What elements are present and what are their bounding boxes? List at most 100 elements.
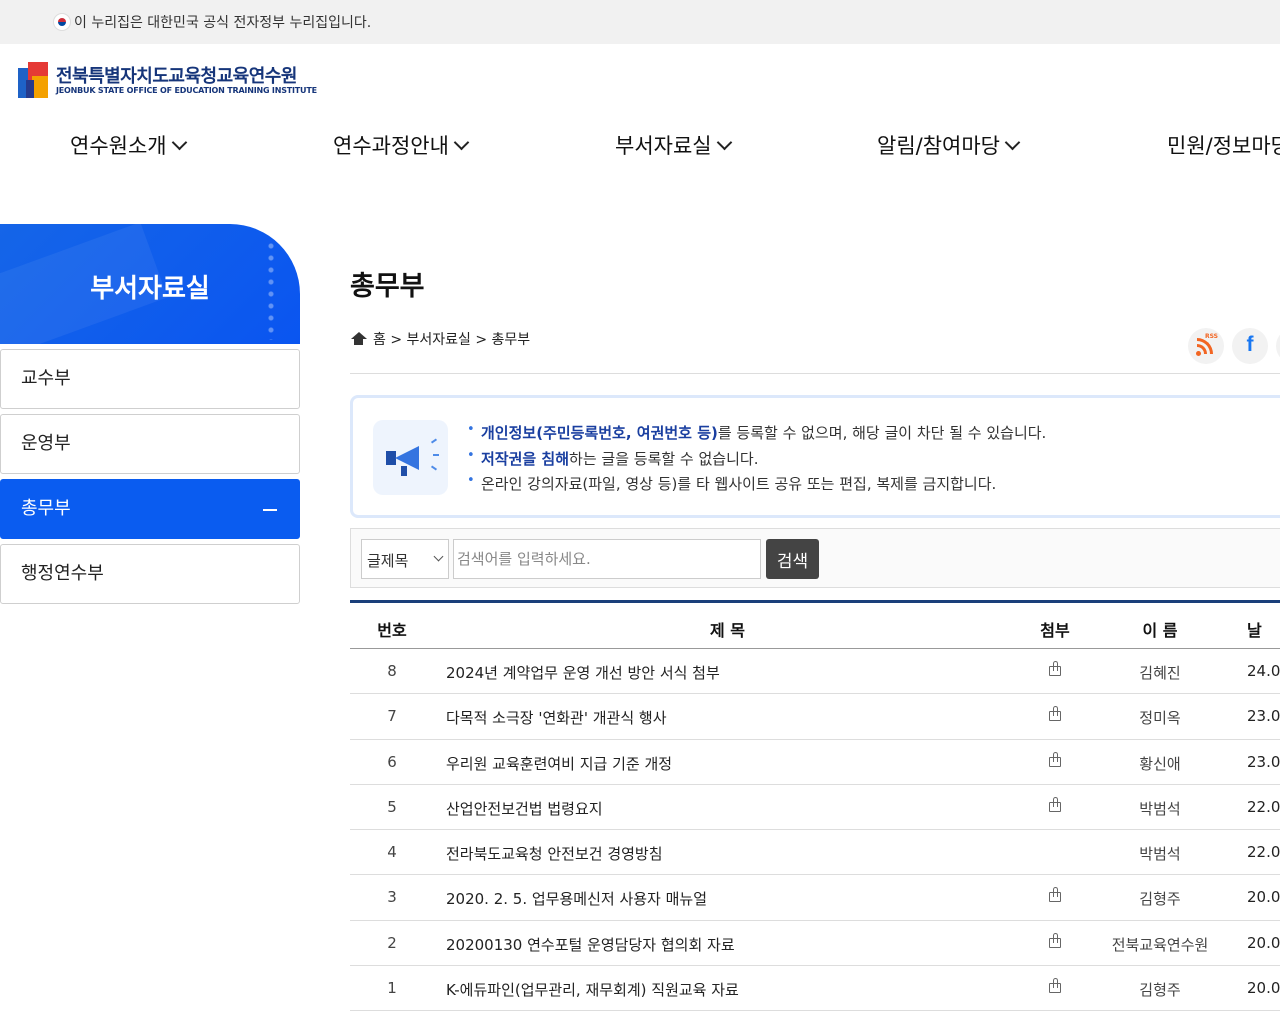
table-row[interactable]: 8 2024년 계약업무 운영 개선 방안 서식 첨부 김혜진 24.0 — [350, 649, 1280, 695]
logo-name-en: JEONBUK STATE OFFICE OF EDUCATION TRAINI… — [56, 86, 317, 95]
row-author: 김형주 — [1139, 890, 1181, 909]
row-title-link[interactable]: 다목적 소극장 '연화관' 개관식 행사 — [446, 707, 667, 728]
gnb-label: 부서자료실 — [615, 134, 712, 158]
header-title: 제 목 — [710, 621, 746, 640]
row-title-link[interactable]: 전라북도교육청 안전보건 경영방침 — [446, 843, 663, 864]
share-button[interactable] — [1276, 328, 1280, 364]
lnb-item-faculty[interactable]: 교수부 — [0, 349, 300, 409]
row-title-link[interactable]: 우리원 교육훈련여비 지급 기준 개정 — [446, 753, 672, 774]
lnb-item-general-affairs[interactable]: 총무부 — [0, 479, 300, 539]
attachment-icon[interactable] — [1048, 661, 1062, 677]
notice-box: 개인정보(주민등록번호, 여권번호 등)를 등록할 수 없으며, 해당 글이 차… — [350, 395, 1280, 518]
row-date: 22.0 — [1247, 797, 1280, 816]
search-button[interactable]: 검색 — [766, 539, 819, 579]
table-row[interactable]: 6 우리원 교육훈련여비 지급 기준 개정 황신애 23.0 — [350, 740, 1280, 785]
row-num: 7 — [387, 707, 397, 726]
table-row[interactable]: 2 20200130 연수포털 운영담당자 협의회 자료 전북교육연수원 20.0 — [350, 921, 1280, 967]
minus-icon — [263, 509, 277, 511]
header-attach: 첨부 — [1040, 621, 1070, 640]
row-title-link[interactable]: 20200130 연수포털 운영담당자 협의회 자료 — [446, 934, 735, 955]
notice-line: 온라인 강의자료(파일, 영상 등)를 타 웹사이트 공유 또는 편집, 복제를… — [467, 473, 1046, 499]
attachment-icon[interactable] — [1048, 796, 1062, 813]
row-author: 정미옥 — [1139, 709, 1181, 728]
facebook-icon: f — [1246, 333, 1254, 356]
gnb-item-courses[interactable]: 연수과정안내 — [333, 130, 470, 160]
row-title-link[interactable]: 2024년 계약업무 운영 개선 방안 서식 첨부 — [446, 662, 720, 683]
logo-name-ko: 전북특별자치도교육청교육연수원 — [56, 66, 297, 87]
page-title: 총무부 — [350, 271, 425, 302]
lnb-item-admin-training[interactable]: 행정연수부 — [0, 544, 300, 604]
table-row[interactable]: 7 다목적 소극장 '연화관' 개관식 행사 정미옥 23.0 — [350, 694, 1280, 740]
table-row[interactable]: 5 산업안전보건법 법령요지 박범석 22.0 — [350, 785, 1280, 831]
gnb-label: 연수원소개 — [70, 134, 167, 158]
row-author: 김형주 — [1139, 981, 1181, 1000]
header-num: 번호 — [377, 621, 407, 640]
header-name: 이 름 — [1142, 621, 1178, 640]
notice-line: 저작권을 침해하는 글을 등록할 수 없습니다. — [467, 448, 1046, 474]
attachment-icon[interactable] — [1048, 932, 1062, 949]
lnb-item-operations[interactable]: 운영부 — [0, 414, 300, 474]
table-row[interactable]: 3 2020. 2. 5. 업무용메신저 사용자 매뉴얼 김형주 20.0 — [350, 875, 1280, 921]
gnb-item-dept-archive[interactable]: 부서자료실 — [615, 130, 732, 160]
row-author: 박범석 — [1139, 845, 1181, 864]
search-input[interactable] — [453, 539, 761, 579]
row-date: 20.0 — [1247, 979, 1280, 998]
row-num: 6 — [387, 752, 397, 771]
korea-flag-icon — [53, 13, 71, 31]
row-date: 22.0 — [1247, 843, 1280, 862]
gnb-label: 연수과정안내 — [333, 134, 449, 158]
row-num: 8 — [387, 662, 397, 680]
chevron-down-icon — [1004, 134, 1021, 150]
lnb-item-label: 운영부 — [21, 433, 71, 454]
row-num: 5 — [387, 797, 397, 816]
site-logo[interactable]: 전북특별자치도교육청교육연수원 JEONBUK STATE OFFICE OF … — [18, 60, 317, 102]
gov-banner-text: 이 누리집은 대한민국 공식 전자정부 누리집입니다. — [74, 15, 372, 31]
row-num: 3 — [387, 888, 397, 907]
rss-icon: RSS — [1205, 333, 1218, 340]
megaphone-icon — [373, 420, 448, 495]
breadcrumb-text[interactable]: 홈 > 부서자료실 > 총무부 — [373, 329, 530, 349]
search-field-select[interactable]: 글제목 — [361, 539, 449, 579]
divider — [350, 373, 1280, 374]
lnb-title: 부서자료실 — [90, 274, 210, 304]
row-title-link[interactable]: 2020. 2. 5. 업무용메신저 사용자 매뉴얼 — [446, 888, 707, 909]
gnb-label: 알림/참여마당 — [877, 134, 1000, 158]
gnb-item-notice[interactable]: 알림/참여마당 — [877, 130, 1021, 160]
table-row[interactable]: 1 K-에듀파인(업무관리, 재무회계) 직원교육 자료 김형주 20.0 — [350, 966, 1280, 1012]
gnb-item-intro[interactable]: 연수원소개 — [70, 130, 187, 160]
row-date: 20.0 — [1247, 933, 1280, 952]
notice-line: 개인정보(주민등록번호, 여권번호 등)를 등록할 수 없으며, 해당 글이 차… — [467, 422, 1046, 448]
lnb-header: 부서자료실 — [0, 224, 300, 344]
gov-banner: 이 누리집은 대한민국 공식 전자정부 누리집입니다. — [0, 0, 1280, 44]
attachment-icon[interactable] — [1048, 751, 1062, 768]
facebook-button[interactable]: f — [1232, 328, 1268, 364]
row-num: 1 — [387, 979, 397, 998]
attachment-icon[interactable] — [1048, 887, 1062, 903]
chevron-down-icon — [433, 551, 444, 562]
chevron-down-icon — [453, 134, 470, 150]
logo-mark-icon — [18, 60, 50, 100]
chevron-down-icon — [716, 134, 732, 150]
row-date: 20.0 — [1247, 888, 1280, 907]
table-header: 번호 제 목 첨부 이 름 날 — [350, 600, 1280, 649]
row-title-link[interactable]: K-에듀파인(업무관리, 재무회계) 직원교육 자료 — [446, 979, 739, 1000]
row-title-link[interactable]: 산업안전보건법 법령요지 — [446, 798, 603, 819]
lnb-item-label: 총무부 — [21, 498, 71, 519]
row-author: 박범석 — [1139, 799, 1181, 818]
table-row[interactable]: 4 전라북도교육청 안전보건 경영방침 박범석 22.0 — [350, 830, 1280, 876]
rss-button[interactable]: RSS — [1188, 328, 1224, 364]
breadcrumb: 홈 > 부서자료실 > 총무부 — [350, 329, 530, 349]
row-num: 4 — [387, 843, 397, 862]
header-date: 날 — [1247, 621, 1262, 640]
search-bar: 글제목 검색 — [350, 528, 1280, 588]
gnb-item-civil[interactable]: 민원/정보마당 — [1167, 130, 1280, 160]
gnb-label: 민원/정보마당 — [1167, 134, 1280, 158]
row-author: 전북교육연수원 — [1111, 935, 1209, 954]
home-icon[interactable] — [350, 332, 367, 346]
lnb-item-label: 행정연수부 — [21, 563, 104, 584]
attachment-icon[interactable] — [1048, 706, 1062, 722]
chevron-down-icon — [171, 134, 187, 150]
row-num: 2 — [387, 933, 397, 952]
attachment-icon[interactable] — [1048, 978, 1062, 994]
board-table: 번호 제 목 첨부 이 름 날 8 2024년 계약업무 운영 개선 방안 서식 … — [350, 600, 1280, 1012]
